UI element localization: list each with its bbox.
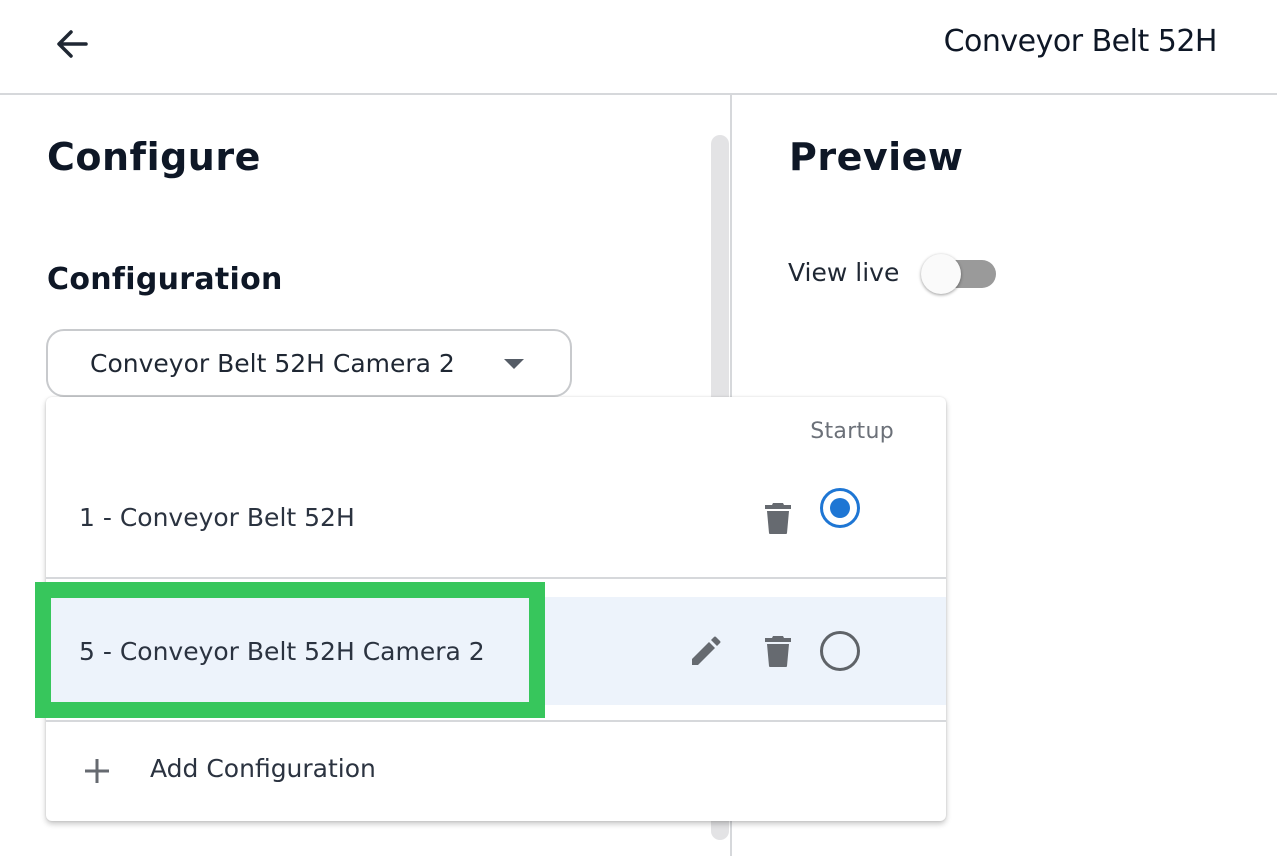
delete-button[interactable] [756,629,800,673]
configuration-option-label: 1 - Conveyor Belt 52H [79,502,355,532]
delete-button[interactable] [756,496,800,540]
startup-radio[interactable] [820,631,860,671]
add-configuration-label: Add Configuration [150,754,376,783]
add-configuration-button[interactable]: Add Configuration [46,722,946,821]
arrow-left-icon [57,30,88,58]
preview-title: Preview [789,135,964,179]
highlight-box [35,582,545,718]
toggle-knob [921,254,961,294]
trash-icon [765,503,791,534]
configuration-select-value: Conveyor Belt 52H Camera 2 [90,348,455,378]
configuration-label: Configuration [47,262,283,297]
app-root: Conveyor Belt 52H Configure Configuratio… [0,0,1277,856]
startup-column-header: Startup [810,419,894,444]
configuration-option[interactable]: 1 - Conveyor Belt 52H [46,457,946,579]
view-live-label: View live [788,258,900,287]
device-title: Conveyor Belt 52H [943,24,1218,59]
edit-button[interactable] [684,629,728,673]
startup-radio[interactable] [820,488,860,528]
caret-down-icon [504,359,524,369]
top-bar: Conveyor Belt 52H [0,0,1277,95]
configuration-select[interactable]: Conveyor Belt 52H Camera 2 [46,329,572,397]
plus-icon [85,759,109,783]
configure-title: Configure [47,135,261,179]
view-live-toggle[interactable] [920,254,1000,296]
trash-icon [765,636,791,667]
back-button[interactable] [50,22,94,66]
pencil-icon [692,636,721,665]
